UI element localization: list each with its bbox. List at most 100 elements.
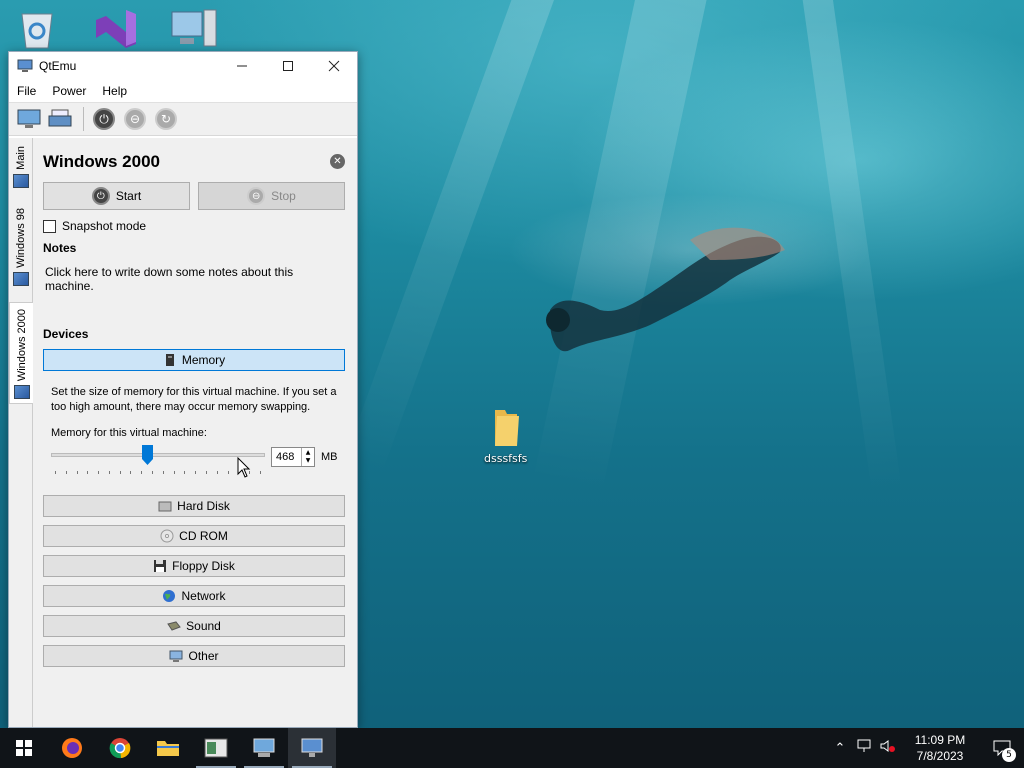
floppy-disk-button[interactable]: Floppy Disk [43,555,345,577]
document-window-icon [204,738,228,758]
new-machine-icon [17,109,41,128]
notification-center-button[interactable]: 5 [980,728,1024,768]
power-icon: ⏻ [91,187,110,205]
diver-image [546,227,785,352]
hard-disk-icon [158,501,172,512]
tab-windows-98[interactable]: Windows 98 [9,208,33,286]
memory-description: Set the size of memory for this virtual … [51,386,337,413]
snapshot-label: Snapshot mode [62,219,147,233]
cd-icon [160,529,174,543]
taskbar-app-1[interactable] [192,728,240,768]
toolbar: ⏻ ⊖ ↻ [9,102,357,136]
minimize-button[interactable] [219,52,265,80]
recycle-bin-icon [21,13,53,49]
memory-slider-track[interactable] [51,453,265,457]
file-explorer-button[interactable] [144,728,192,768]
network-label: Network [181,589,226,603]
machine-icon [13,173,29,188]
power-icon: ⏻ [93,108,115,130]
qtemu-app-icon [17,59,33,72]
notes-heading: Notes [43,241,77,255]
network-button[interactable]: Network [43,585,345,607]
light-ray [800,0,903,498]
spin-arrows[interactable]: ▲ ▼ [301,448,314,466]
hard-disk-label: Hard Disk [177,499,230,513]
stop-icon: ⊖ [124,108,146,130]
chrome-icon [109,738,131,759]
visual-studio-icon [96,10,136,48]
menu-power[interactable]: Power [44,84,94,98]
clock-date: 7/8/2023 [916,749,964,763]
start-label: Start [115,189,142,203]
machine-panel: Windows 2000 ✕ ⏻ Start ⊖ Stop Snapshot m… [33,138,357,727]
tab-windows-98-label: Windows 98 [15,208,27,268]
system-tray: ⌃ 11:09 PM 7/8/2023 5 [828,728,1024,768]
stop-icon: ⊖ [247,187,266,205]
checkbox-box[interactable] [43,219,56,233]
close-button[interactable] [311,52,357,80]
folder-icon [494,410,519,446]
taskbar: ⌃ 11:09 PM 7/8/2023 5 [0,728,1024,768]
open-machine-button[interactable] [46,105,74,133]
cd-rom-label: CD ROM [179,529,228,543]
snapshot-checkbox[interactable]: Snapshot mode [43,219,345,233]
globe-icon [163,590,176,602]
minimize-icon [237,65,247,67]
memory-unit: MB [321,451,338,463]
chevron-up-icon[interactable]: ⌃ [828,741,852,756]
windows-logo-icon [16,740,32,756]
firefox-icon [62,738,82,758]
power-off-button[interactable]: ⊖ [121,105,149,133]
tab-main-label: Main [15,146,27,170]
maximize-button[interactable] [265,52,311,80]
hard-disk-button[interactable]: Hard Disk [43,495,345,517]
qtemu-app-icon [301,738,323,757]
memory-value[interactable]: 468 [272,451,301,463]
machine-icon [13,385,30,400]
reset-button[interactable]: ↻ [152,105,180,133]
stop-button[interactable]: ⊖ Stop [198,182,345,210]
start-button[interactable]: ⏻ Start [43,182,190,210]
tab-windows-2000[interactable]: Windows 2000 [9,302,33,405]
memory-spinbox[interactable]: 468 ▲ ▼ [271,447,315,467]
vertical-tab-bar: Main Windows 98 Windows 2000 [9,138,33,727]
taskbar-qtemu[interactable] [288,728,336,768]
computer-icon [253,738,275,757]
memory-slider-thumb[interactable] [142,445,153,465]
memory-slider-row: 468 ▲ ▼ MB [51,445,345,481]
network-icon[interactable] [852,739,876,757]
firefox-button[interactable] [48,728,96,768]
mouse-cursor-icon [237,457,251,478]
clock[interactable]: 11:09 PM 7/8/2023 [910,732,970,764]
start-menu-button[interactable] [0,728,48,768]
sound-label: Sound [186,619,221,633]
power-on-button[interactable]: ⏻ [90,105,118,133]
machine-name: Windows 2000 [43,152,160,171]
recycle-bin-icon[interactable] [14,6,60,50]
title-bar[interactable]: QtEmu [9,52,357,80]
sound-button[interactable]: Sound [43,615,345,637]
folder-icon[interactable]: dsssfsfs [484,406,527,465]
main-content: Main Windows 98 Windows 2000 Windows 200… [9,138,357,727]
chrome-button[interactable] [96,728,144,768]
window-title: QtEmu [39,59,77,73]
new-machine-button[interactable] [15,105,43,133]
computer-icon[interactable] [170,8,218,50]
reset-icon: ↻ [155,108,177,130]
taskbar-app-2[interactable] [240,728,288,768]
folder-label: dsssfsfs [484,452,528,465]
qtemu-window: QtEmu File Power Help ⏻ ⊖ ↻ Main Windows… [8,51,358,728]
cd-rom-button[interactable]: CD ROM [43,525,345,547]
memory-label: Memory [181,353,226,367]
close-machine-icon[interactable]: ✕ [330,154,345,169]
memory-button[interactable]: Memory [43,349,345,371]
light-ray [343,0,559,476]
visual-studio-icon[interactable] [92,6,140,50]
menu-file[interactable]: File [9,84,44,98]
other-button[interactable]: Other [43,645,345,667]
menu-help[interactable]: Help [94,84,135,98]
notes-field[interactable]: Click here to write down some notes abou… [45,265,345,319]
volume-muted-icon[interactable] [876,739,900,757]
clock-time: 11:09 PM [914,733,966,747]
tab-main[interactable]: Main [9,146,33,188]
